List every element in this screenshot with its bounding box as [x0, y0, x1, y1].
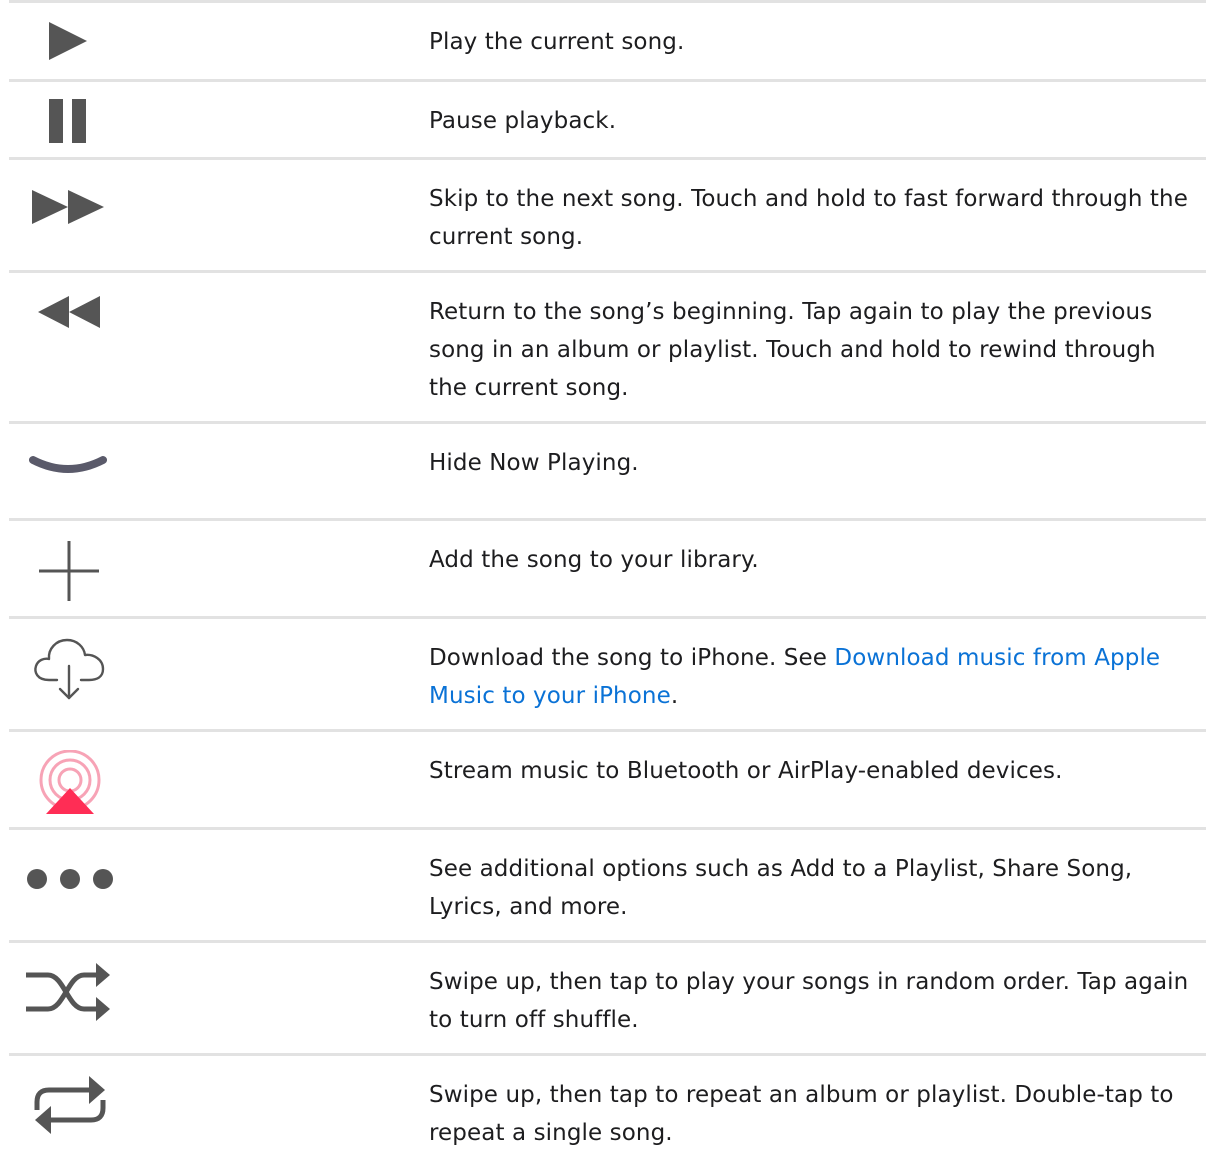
rewind-icon	[36, 294, 102, 330]
control-row-more: See additional options such as Add to a …	[9, 829, 1206, 942]
control-row-hide-now-playing: Hide Now Playing.	[9, 423, 1206, 520]
control-row-fast-forward: Skip to the next song. Touch and hold to…	[9, 159, 1206, 272]
download-description-end: .	[671, 683, 678, 709]
plus-icon	[37, 539, 101, 603]
control-row-shuffle: Swipe up, then tap to play your songs in…	[9, 942, 1206, 1055]
controls-table: Play the current song. Pause playback. S…	[9, 0, 1206, 1166]
control-row-play: Play the current song.	[9, 2, 1206, 81]
pause-icon	[48, 98, 88, 144]
shuffle-icon	[24, 961, 112, 1023]
control-description: Swipe up, then tap to repeat an album or…	[427, 1055, 1206, 1166]
control-description: Add the song to your library.	[427, 520, 1206, 618]
control-description: Hide Now Playing.	[427, 423, 1206, 520]
chevron-down-icon	[29, 454, 107, 480]
control-description: Pause playback.	[427, 81, 1206, 159]
control-description: See additional options such as Add to a …	[427, 829, 1206, 942]
cloud-download-icon	[31, 634, 107, 702]
play-icon	[47, 20, 89, 62]
fast-forward-icon	[30, 189, 106, 225]
control-row-download: Download the song to iPhone. See Downloa…	[9, 618, 1206, 731]
control-row-pause: Pause playback.	[9, 81, 1206, 159]
control-description: Play the current song.	[427, 2, 1206, 81]
airplay-icon	[37, 750, 103, 816]
control-description: Skip to the next song. Touch and hold to…	[427, 159, 1206, 272]
control-description: Return to the song’s beginning. Tap agai…	[427, 272, 1206, 423]
control-description: Download the song to iPhone. See Downloa…	[427, 618, 1206, 731]
control-row-rewind: Return to the song’s beginning. Tap agai…	[9, 272, 1206, 423]
more-icon	[26, 868, 114, 890]
control-description: Stream music to Bluetooth or AirPlay-ena…	[427, 731, 1206, 829]
download-description-start: Download the song to iPhone. See	[429, 645, 834, 671]
control-description: Swipe up, then tap to play your songs in…	[427, 942, 1206, 1055]
repeat-icon	[29, 1072, 111, 1138]
control-row-add: Add the song to your library.	[9, 520, 1206, 618]
control-row-repeat: Swipe up, then tap to repeat an album or…	[9, 1055, 1206, 1166]
control-row-airplay: Stream music to Bluetooth or AirPlay-ena…	[9, 731, 1206, 829]
